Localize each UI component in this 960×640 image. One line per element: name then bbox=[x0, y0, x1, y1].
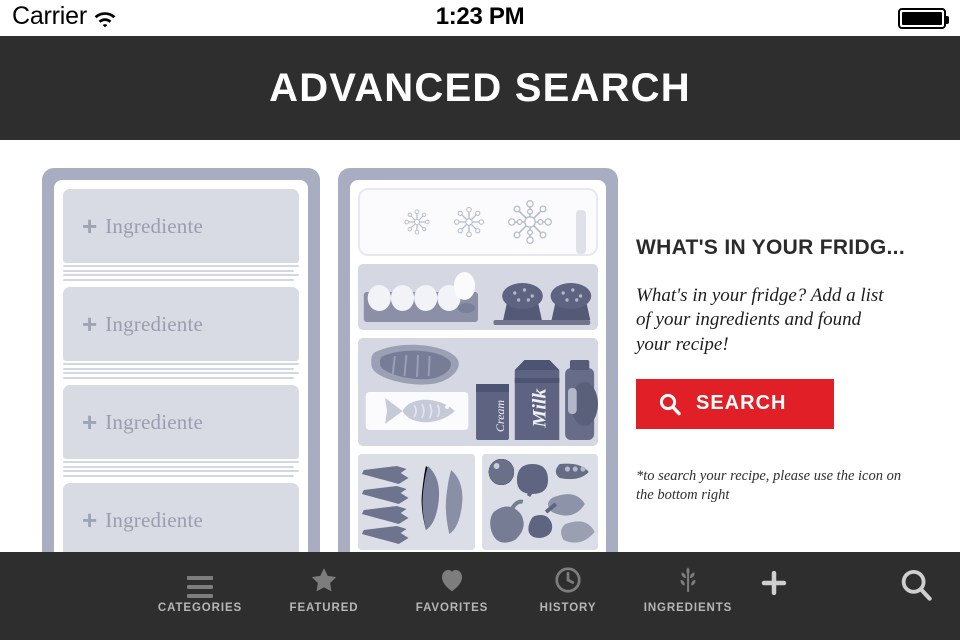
freezer-handle bbox=[576, 210, 586, 254]
ingredient-slot-group: + Ingrediente bbox=[63, 385, 299, 483]
shelf-grooves bbox=[63, 263, 299, 287]
page-header: ADVANCED SEARCH bbox=[0, 36, 960, 140]
ingredient-slot-label: Ingrediente bbox=[105, 311, 204, 336]
ingredient-slot[interactable]: + Ingrediente bbox=[63, 287, 299, 361]
heart-icon bbox=[437, 562, 467, 598]
battery-icon bbox=[898, 8, 949, 29]
tab-featured-label: FEATURED bbox=[289, 602, 359, 614]
plus-icon: + bbox=[82, 505, 98, 535]
info-heading: WHAT'S IN YOUR FRIDG... bbox=[636, 236, 905, 259]
shelf-grooves bbox=[63, 459, 299, 483]
ingredient-slot-group: + Ingrediente bbox=[63, 483, 299, 552]
search-footnote: *to search your recipe, please use the i… bbox=[636, 467, 902, 503]
star-icon bbox=[309, 562, 339, 598]
vegetable-drawer-right bbox=[481, 454, 598, 550]
plus-icon bbox=[761, 570, 787, 596]
bottom-tab-bar: CATEGORIES FEATURED FAVORITES HISTORY IN… bbox=[0, 552, 960, 640]
fridge-cabinet: Cream Milk bbox=[338, 168, 618, 552]
info-description: What's in your fridge? Add a list of you… bbox=[636, 285, 884, 355]
snowflake-icon bbox=[404, 209, 430, 235]
search-tab-button[interactable] bbox=[897, 566, 935, 609]
add-button[interactable] bbox=[757, 566, 791, 605]
herb-sprig-icon bbox=[672, 562, 704, 598]
cream-label: Cream bbox=[493, 399, 507, 432]
tab-favorites[interactable]: FAVORITES bbox=[392, 562, 512, 614]
hamburger-icon bbox=[187, 562, 213, 598]
vegetable-drawer-left bbox=[358, 454, 475, 550]
tab-ingredients-label: INGREDIENTS bbox=[643, 602, 733, 614]
fridge-cabinet-inner: Cream Milk bbox=[350, 180, 606, 552]
fridge-shelf-dairy: Cream Milk bbox=[358, 338, 598, 446]
shelf-grooves bbox=[63, 361, 299, 385]
ingredient-slot-list: + Ingrediente + Ingrediente + Ingredient… bbox=[54, 180, 308, 552]
tab-categories-label: CATEGORIES bbox=[157, 602, 243, 614]
milk-label: Milk bbox=[529, 388, 551, 428]
fridge-drawers bbox=[358, 454, 598, 550]
page-title: ADVANCED SEARCH bbox=[269, 65, 691, 110]
ingredient-slot-label: Ingrediente bbox=[105, 409, 204, 434]
plus-icon: + bbox=[82, 309, 98, 339]
ingredient-slot-label: Ingrediente bbox=[105, 507, 204, 532]
snowflake-icon bbox=[453, 206, 485, 238]
status-bar: Carrier 1:23 PM bbox=[0, 0, 960, 36]
ingredient-slot-group: + Ingrediente bbox=[63, 189, 299, 287]
tab-history[interactable]: HISTORY bbox=[508, 562, 628, 614]
info-panel: WHAT'S IN YOUR FRIDG... What's in your f… bbox=[636, 236, 936, 505]
clock-icon bbox=[553, 562, 583, 598]
plus-icon: + bbox=[82, 211, 98, 241]
fridge-door-panel: + Ingrediente + Ingrediente + Ingredient… bbox=[42, 168, 320, 552]
fridge-illustration: + Ingrediente + Ingrediente + Ingredient… bbox=[42, 168, 618, 552]
battery-cap bbox=[945, 16, 949, 24]
tab-categories[interactable]: CATEGORIES bbox=[140, 562, 260, 614]
main-content: + Ingrediente + Ingrediente + Ingredient… bbox=[0, 140, 960, 552]
ingredient-slot[interactable]: + Ingrediente bbox=[63, 385, 299, 459]
ingredient-slot[interactable]: + Ingrediente bbox=[63, 483, 299, 552]
freezer-compartment bbox=[358, 188, 598, 256]
plus-icon: + bbox=[82, 407, 98, 437]
fridge-shelf-eggs bbox=[358, 264, 598, 330]
search-icon bbox=[659, 393, 681, 416]
snowflake-icon bbox=[508, 200, 552, 244]
search-button[interactable]: SEARCH bbox=[636, 378, 834, 429]
status-bar-right bbox=[898, 8, 949, 29]
tab-featured[interactable]: FEATURED bbox=[264, 562, 384, 614]
app-screen: Carrier 1:23 PM ADVANCED SEARCH + Ingred… bbox=[0, 0, 960, 640]
tab-ingredients[interactable]: INGREDIENTS bbox=[628, 562, 748, 614]
tab-history-label: HISTORY bbox=[539, 602, 597, 614]
ingredient-slot-group: + Ingrediente bbox=[63, 287, 299, 385]
battery-fill bbox=[902, 12, 942, 25]
search-icon bbox=[901, 569, 932, 601]
clock-label: 1:23 PM bbox=[435, 3, 525, 30]
tab-favorites-label: FAVORITES bbox=[415, 602, 489, 614]
ingredient-slot[interactable]: + Ingrediente bbox=[63, 189, 299, 263]
search-button-label: SEARCH bbox=[696, 392, 787, 415]
ingredient-slot-label: Ingrediente bbox=[105, 213, 204, 238]
